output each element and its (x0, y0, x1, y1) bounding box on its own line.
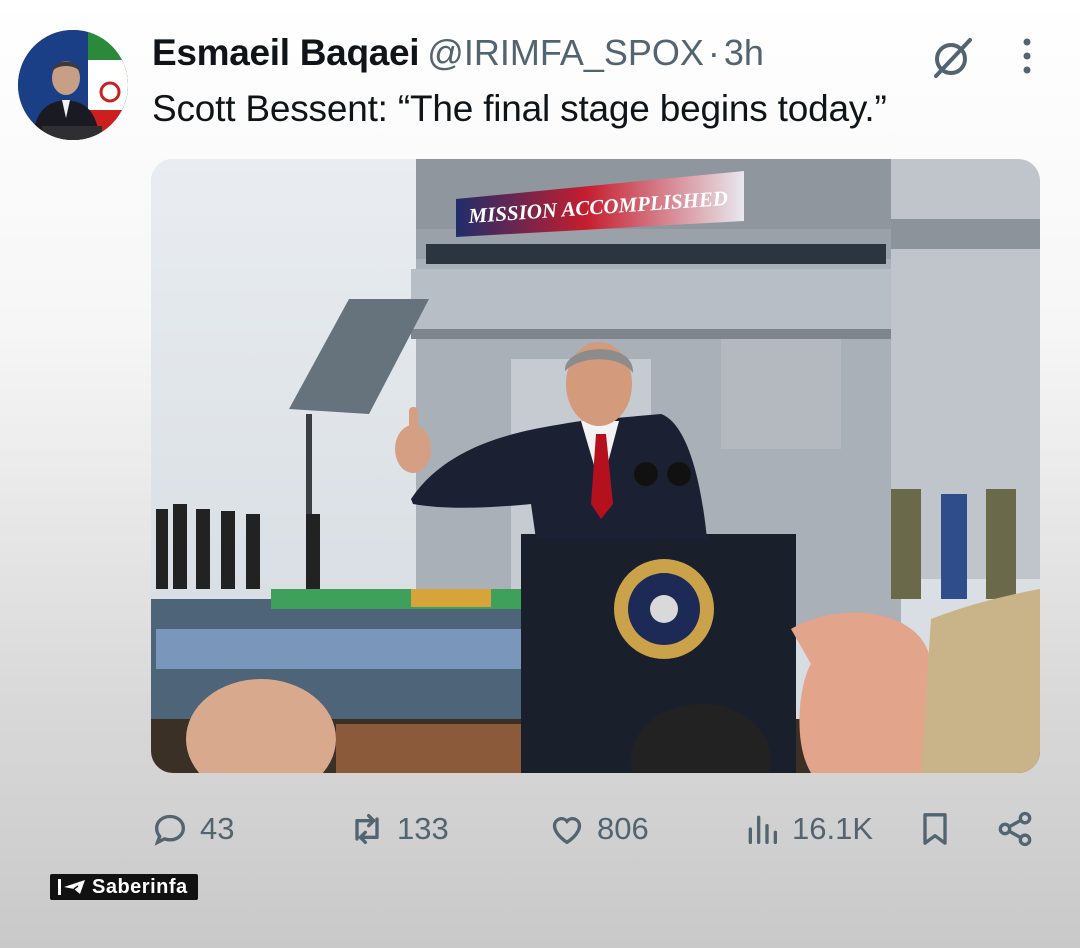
tweet-text: Scott Bessent: “The final stage begins t… (152, 88, 887, 129)
like-count: 806 (597, 811, 649, 846)
bookmark-icon (923, 813, 947, 845)
tweet-header: Esmaeil Baqaei @IRIMFA_SPOX · 3h (152, 32, 1040, 82)
repost-count: 133 (397, 811, 449, 846)
reply-button[interactable]: 43 (150, 805, 234, 853)
share-button[interactable] (995, 805, 1035, 853)
channel-watermark: Saberinfa (50, 874, 198, 900)
more-icon[interactable] (1020, 36, 1034, 76)
separator-dot: · (707, 32, 720, 73)
views-icon (748, 815, 777, 844)
grok-icon[interactable] (928, 34, 976, 82)
views-button[interactable]: 16.1K (742, 805, 873, 853)
telegram-icon (58, 879, 85, 895)
author-handle[interactable]: @IRIMFA_SPOX (427, 32, 704, 73)
reply-icon (154, 814, 186, 846)
reply-count: 43 (200, 811, 235, 846)
watermark-text: Saberinfa (92, 875, 188, 898)
share-icon (998, 811, 1032, 847)
tweet-time[interactable]: 3h (724, 32, 764, 73)
repost-icon (355, 814, 379, 844)
author-name[interactable]: Esmaeil Baqaei (152, 32, 420, 73)
like-icon (552, 817, 582, 845)
tweet-photo[interactable]: MISSION ACCOMPLISHED (151, 159, 1040, 773)
bookmark-button[interactable] (915, 805, 955, 853)
author-avatar[interactable] (18, 30, 128, 140)
repost-button[interactable]: 133 (347, 805, 449, 853)
action-bar: 43 133 806 16.1K (150, 805, 1040, 853)
like-button[interactable]: 806 (547, 805, 649, 853)
views-count: 16.1K (792, 811, 874, 846)
